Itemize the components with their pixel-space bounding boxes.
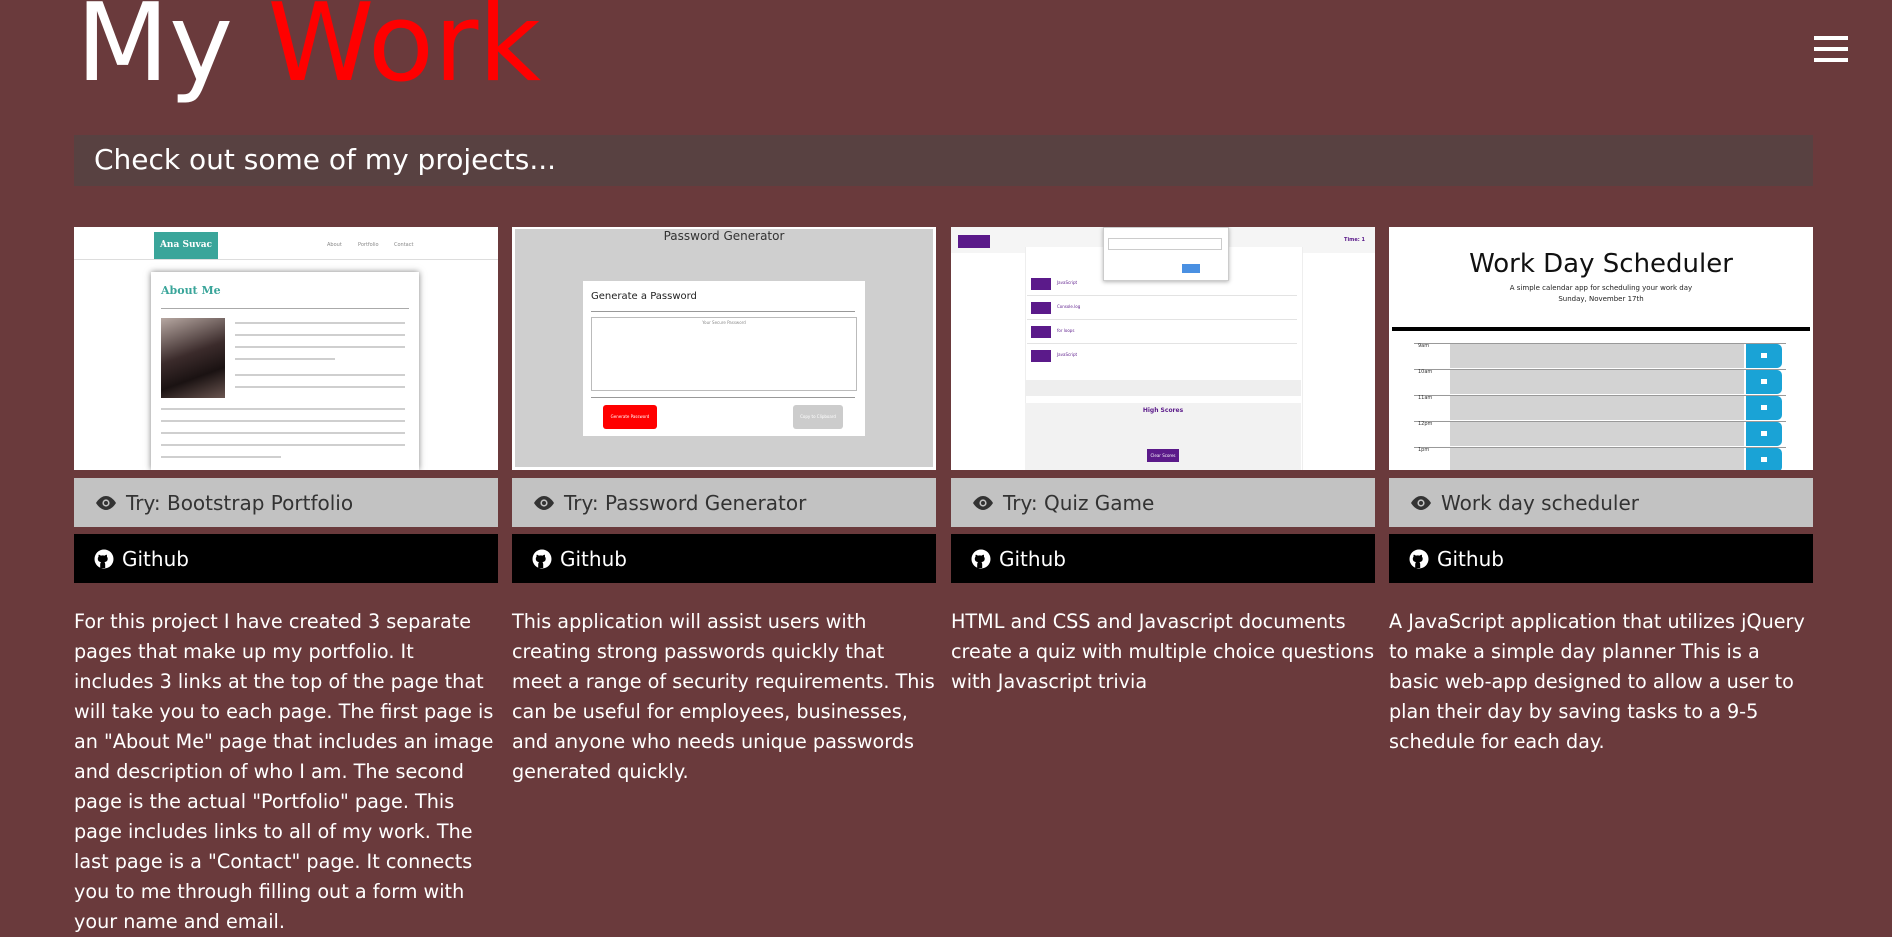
try-label: Try: Quiz Game (1003, 490, 1155, 515)
thumb-date: Sunday, November 17th (1558, 295, 1644, 303)
project-card-quiz-game: Time: 1 JavaScript Console.log for loops… (951, 227, 1375, 697)
thumb-option-3: for loops (1057, 328, 1075, 333)
project-thumbnail-quiz-game[interactable]: Time: 1 JavaScript Console.log for loops… (951, 227, 1375, 470)
thumb-hour-9am: 9am (1418, 343, 1430, 349)
github-icon (971, 549, 991, 568)
github-icon (532, 549, 552, 568)
github-label: Github (122, 546, 189, 571)
project-description: HTML and CSS and Javascript documents cr… (951, 610, 1375, 693)
try-quiz-game-button[interactable]: Try: Quiz Game (951, 478, 1375, 527)
project-thumbnail-password-generator[interactable]: Password Generator Generate a Password Y… (512, 227, 936, 470)
thumb-card-title: Generate a Password (591, 291, 697, 302)
title-word-work: Work (267, 0, 541, 106)
project-description: A JavaScript application that utilizes j… (1389, 610, 1805, 753)
title-word-my: My (76, 0, 234, 106)
eye-icon (973, 495, 993, 510)
project-card-work-day-scheduler: Work Day Scheduler A simple calendar app… (1389, 227, 1813, 757)
github-label: Github (560, 546, 627, 571)
thumb-nav-portfolio: Portfolio (358, 242, 379, 248)
try-bootstrap-portfolio-button[interactable]: Try: Bootstrap Portfolio (74, 478, 498, 527)
thumb-subtitle: A simple calendar app for scheduling you… (1509, 284, 1693, 292)
thumb-option-1: JavaScript (1057, 280, 1078, 285)
thumb-high-scores: High Scores (1142, 407, 1184, 414)
eye-icon (1411, 495, 1431, 510)
project-description: This application will assist users with … (512, 610, 935, 783)
subtitle-bar: Check out some of my projects... (74, 135, 1813, 186)
project-description: For this project I have created 3 separa… (74, 610, 494, 933)
github-icon (94, 549, 114, 568)
thumb-timer: Time: 1 (1344, 237, 1365, 243)
project-thumbnail-work-day-scheduler[interactable]: Work Day Scheduler A simple calendar app… (1389, 227, 1813, 470)
hamburger-menu-icon[interactable] (1814, 36, 1848, 62)
page-title: My Work (76, 0, 541, 106)
thumb-placeholder: Your Secure Password (702, 320, 746, 325)
project-card-password-generator: Password Generator Generate a Password Y… (512, 227, 936, 787)
project-card-portfolio: Ana Suvac About Portfolio Contact About … (74, 227, 498, 937)
github-label: Github (1437, 546, 1504, 571)
thumb-generate-button: Generate Password (603, 405, 657, 429)
thumb-hour-11am: 11am (1418, 395, 1433, 401)
thumb-title: Work Day Scheduler (1469, 249, 1733, 279)
subtitle-text: Check out some of my projects... (94, 143, 557, 176)
github-link-work-day-scheduler[interactable]: Github (1389, 534, 1813, 583)
github-link-portfolio[interactable]: Github (74, 534, 498, 583)
try-password-generator-button[interactable]: Try: Password Generator (512, 478, 936, 527)
eye-icon (534, 495, 554, 510)
project-thumbnail-portfolio[interactable]: Ana Suvac About Portfolio Contact About … (74, 227, 498, 470)
thumb-hour-10am: 10am (1418, 369, 1433, 375)
eye-icon (96, 495, 116, 510)
thumb-clear-button: Clear Scores (1147, 449, 1179, 462)
thumb-title: Password Generator (663, 229, 785, 243)
try-label: Try: Password Generator (564, 490, 807, 515)
github-icon (1409, 549, 1429, 568)
github-link-quiz-game[interactable]: Github (951, 534, 1375, 583)
try-label: Work day scheduler (1441, 490, 1639, 515)
thumb-heading: About Me (161, 284, 221, 297)
thumb-brand: Ana Suvac (154, 232, 218, 259)
thumb-copy-button: Copy to Clipboard (793, 405, 843, 429)
github-label: Github (999, 546, 1066, 571)
thumb-hour-1pm: 1pm (1418, 447, 1430, 453)
try-label: Try: Bootstrap Portfolio (126, 490, 354, 515)
thumb-option-2: Console.log (1057, 304, 1081, 309)
thumb-nav-contact: Contact (394, 242, 414, 248)
github-link-password-generator[interactable]: Github (512, 534, 936, 583)
thumb-profile-photo (161, 318, 225, 398)
thumb-option-4: JavaScript (1057, 352, 1078, 357)
thumb-nav-about: About (327, 242, 342, 248)
try-work-day-scheduler-button[interactable]: Work day scheduler (1389, 478, 1813, 527)
thumb-highscores-button (958, 235, 990, 248)
thumb-hour-12pm: 12pm (1418, 421, 1433, 427)
